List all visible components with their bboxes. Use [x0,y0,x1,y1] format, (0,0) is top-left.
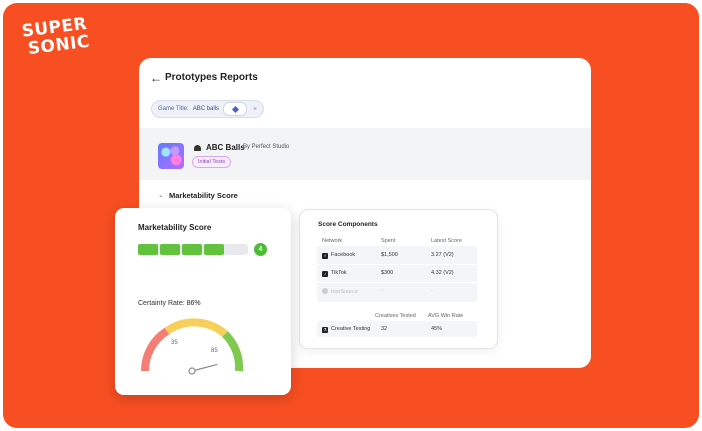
game-studio: By Perfect Studio [243,144,290,150]
spent-cell: - [381,288,383,294]
chevron-down-icon[interactable]: ⌄ [158,191,164,199]
filter-value: ABC balls [192,106,220,112]
bar-segment [160,244,180,255]
game-thumbnail [158,143,184,169]
android-icon [194,145,201,151]
status-badge: Initial Tests [192,156,232,168]
gauge-label-low: 35 [171,340,178,346]
ironsource-icon [322,288,328,294]
avg-win-rate-cell: 45% [431,326,443,332]
spent-cell: $300 [381,270,394,276]
creative-testing-table: ⚗ Creative Testing 32 45% [317,321,477,337]
network-table: f Facebook $1,500 3.27 (V2) ♪ TikTok $300 … [317,246,477,302]
certainty-gauge: 35 85 [140,318,244,375]
network-cell: ♪ TikTok [322,270,347,277]
diamond-icon [231,105,239,113]
game-name: ABC Balls [206,143,245,152]
section-title[interactable]: Marketability Score [169,191,238,200]
promo-background: SUPER SONIC ← Prototypes Reports Game Ti… [3,3,699,428]
score-badge: 4 [254,243,267,256]
creatives-tested-cell: 32 [381,326,388,332]
arrow-left-icon[interactable]: ← [150,71,162,85]
gauge-arc-yellow [164,318,228,338]
gauge-needle [191,363,218,372]
certainty-rate: Certainty Rate: 86% [138,300,201,307]
facebook-icon: f [322,253,328,259]
column-header-spent: Spent [381,238,396,244]
gauge-arc-green [222,331,244,372]
game-header: ABC Balls By Perfect Studio Initial Test… [139,128,591,180]
gauge-arc-red [140,327,170,372]
latest-score-cell: 4.32 (V2) [431,270,454,276]
flask-icon: ⚗ [322,327,328,333]
game-title-filter-chip[interactable]: Game Title: ABC balls × [151,100,265,118]
bar-segment [204,244,224,255]
filter-label: Game Title: [158,106,189,112]
score-components-card: Score Components Network Spent Latest Sc… [299,209,498,349]
gauge-label-high: 85 [211,348,218,354]
certainty-value: 86% [186,300,201,307]
latest-score-cell: 3.27 (V2) [431,252,454,258]
page-title: Prototypes Reports [165,72,258,83]
column-header-network: Network [322,238,343,244]
column-header-creatives-tested: Creatives Tested [375,313,416,319]
table-row: IronSource - - [317,282,477,300]
spent-cell: $1,500 [381,252,398,258]
close-icon[interactable]: × [253,106,257,113]
marketability-title: Marketability Score [138,223,212,232]
network-cell: IronSource [322,288,358,295]
score-components-title: Score Components [318,221,378,228]
marketability-score-card: Marketability Score 4 Certainty Rate: 86… [115,208,291,395]
gauge-pivot [188,367,196,375]
tiktok-icon: ♪ [322,271,328,277]
latest-score-cell: - [431,288,433,294]
column-header-avg-win-rate: AVG Win Rate [428,313,464,319]
table-row: ♪ TikTok $300 4.32 (V2) [317,264,477,283]
bar-segment [182,244,202,255]
creative-testing-cell: ⚗ Creative Testing [322,326,371,333]
bar-segment [138,244,158,255]
network-cell: f Facebook [322,252,355,259]
score-progress-bar [138,244,248,255]
column-header-latest-score: Latest Score [431,238,462,244]
supersonic-logo: SUPER SONIC [21,13,104,64]
filter-toggle[interactable] [223,102,248,116]
table-row: f Facebook $1,500 3.27 (V2) [317,246,477,265]
